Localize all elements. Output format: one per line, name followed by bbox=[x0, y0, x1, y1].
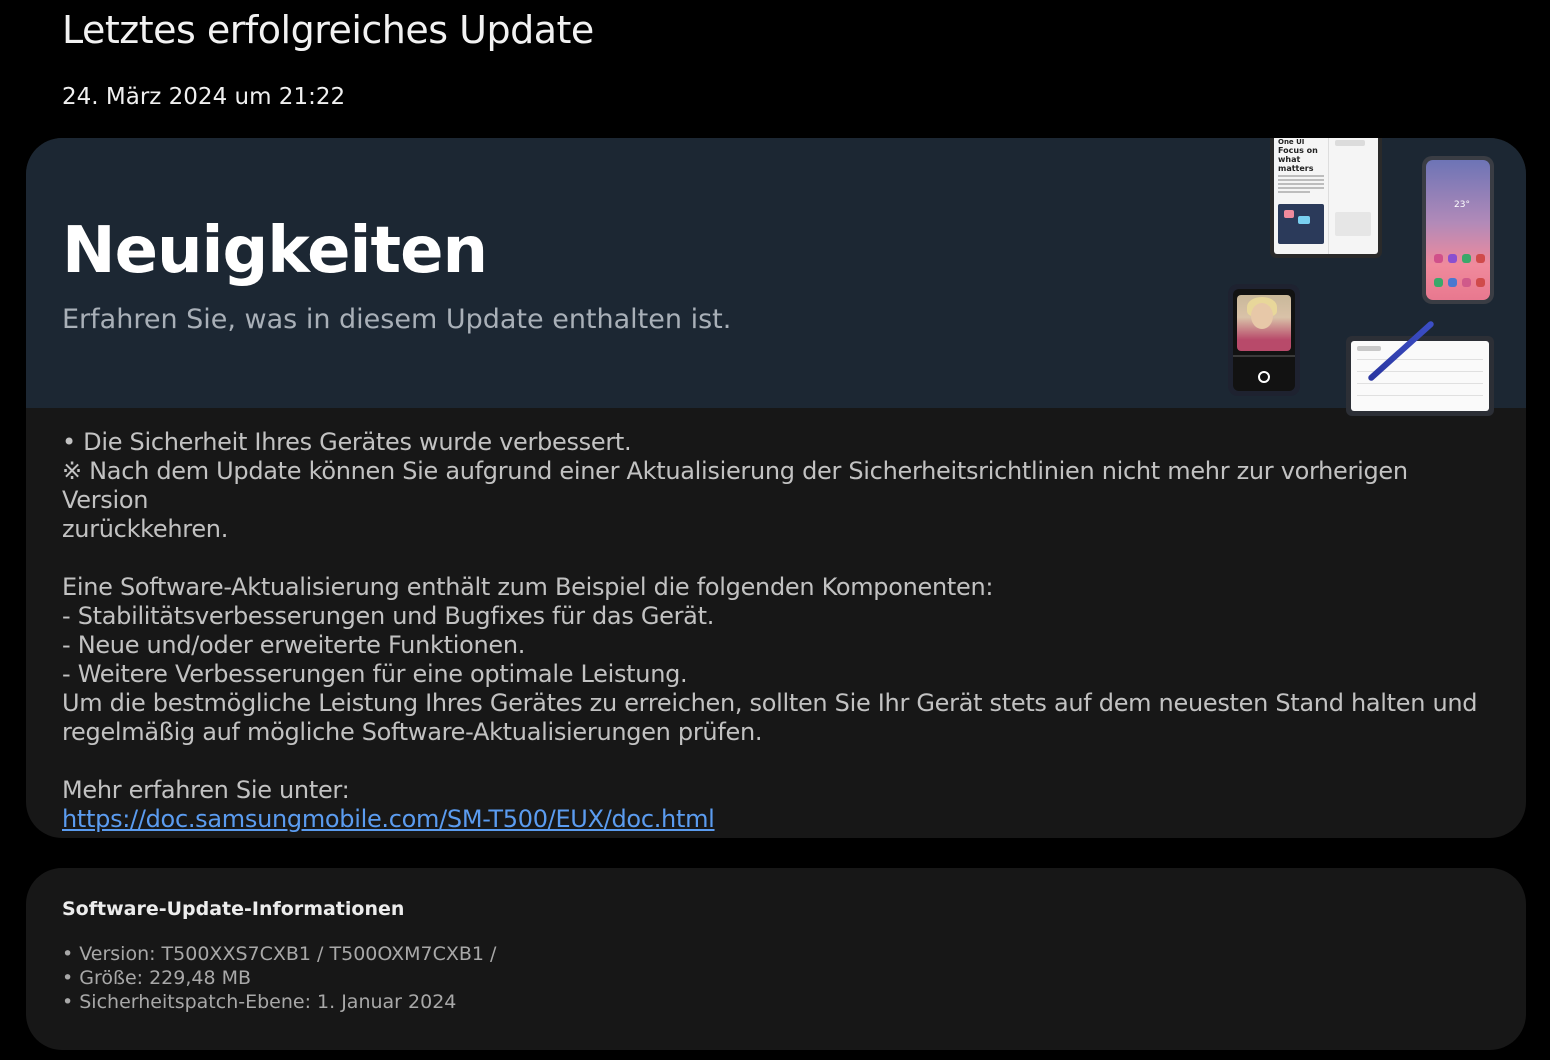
release-note-line: zurückkehren. bbox=[62, 515, 229, 543]
flip-phone-illustration bbox=[1228, 284, 1300, 396]
security-patch-info: • Sicherheitspatch-Ebene: 1. Januar 2024 bbox=[62, 991, 457, 1013]
documentation-link[interactable]: https://doc.samsungmobile.com/SM-T500/EU… bbox=[62, 805, 715, 833]
camera-shutter-icon bbox=[1258, 371, 1270, 383]
phone-temperature-text: 23° bbox=[1454, 200, 1470, 210]
update-details-page: Letztes erfolgreiches Update 24. März 20… bbox=[0, 0, 1550, 1060]
release-note-line: • Die Sicherheit Ihres Gerätes wurde ver… bbox=[62, 428, 632, 456]
software-update-info-card: Software-Update-Informationen • Version:… bbox=[26, 868, 1526, 1050]
last-update-title: Letztes erfolgreiches Update bbox=[62, 8, 594, 52]
news-card: Neuigkeiten Erfahren Sie, was in diesem … bbox=[26, 138, 1526, 838]
info-list: • Version: T500XXS7CXB1 / T500OXM7CXB1 /… bbox=[62, 942, 496, 1014]
phone-illustration: 23° bbox=[1422, 156, 1494, 304]
release-note-line: - Stabilitätsverbesserungen und Bugfixes… bbox=[62, 602, 715, 630]
size-info: • Größe: 229,48 MB bbox=[62, 967, 252, 989]
release-note-line: Eine Software-Aktualisierung enthält zum… bbox=[62, 573, 994, 601]
foldable-device-illustration: One UI Focus on what matters bbox=[1270, 138, 1382, 258]
news-heading: Neuigkeiten bbox=[62, 214, 488, 288]
version-info: • Version: T500XXS7CXB1 / T500OXM7CXB1 / bbox=[62, 943, 497, 965]
release-note-line: regelmäßig auf mögliche Software-Aktuali… bbox=[62, 718, 763, 746]
release-note-line: Um die bestmögliche Leistung Ihres Gerät… bbox=[62, 689, 1478, 717]
release-notes: • Die Sicherheit Ihres Gerätes wurde ver… bbox=[62, 428, 1482, 834]
last-update-date: 24. März 2024 um 21:22 bbox=[62, 84, 346, 110]
more-info-label: Mehr erfahren Sie unter: bbox=[62, 776, 350, 804]
info-title: Software-Update-Informationen bbox=[62, 898, 405, 920]
release-note-line: - Neue und/oder erweiterte Funktionen. bbox=[62, 631, 526, 659]
news-banner: Neuigkeiten Erfahren Sie, was in diesem … bbox=[26, 138, 1526, 416]
release-note-line: ※ Nach dem Update können Sie aufgrund ei… bbox=[62, 457, 1408, 514]
release-note-line: - Weitere Verbesserungen für eine optima… bbox=[62, 660, 688, 688]
foldable-brand-text: One UI bbox=[1278, 138, 1305, 146]
foldable-headline-text: Focus on what matters bbox=[1278, 146, 1318, 173]
news-subheading: Erfahren Sie, was in diesem Update entha… bbox=[62, 304, 732, 335]
